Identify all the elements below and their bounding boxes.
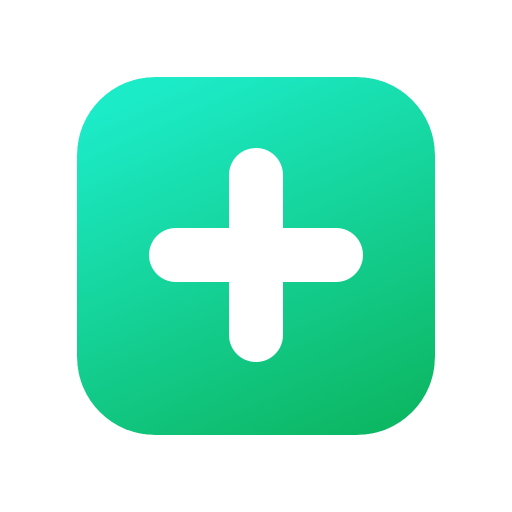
plus-horizontal-bar <box>149 228 363 282</box>
icon-canvas <box>0 0 512 512</box>
plus-icon <box>77 77 435 435</box>
app-icon-tile[interactable] <box>77 77 435 435</box>
